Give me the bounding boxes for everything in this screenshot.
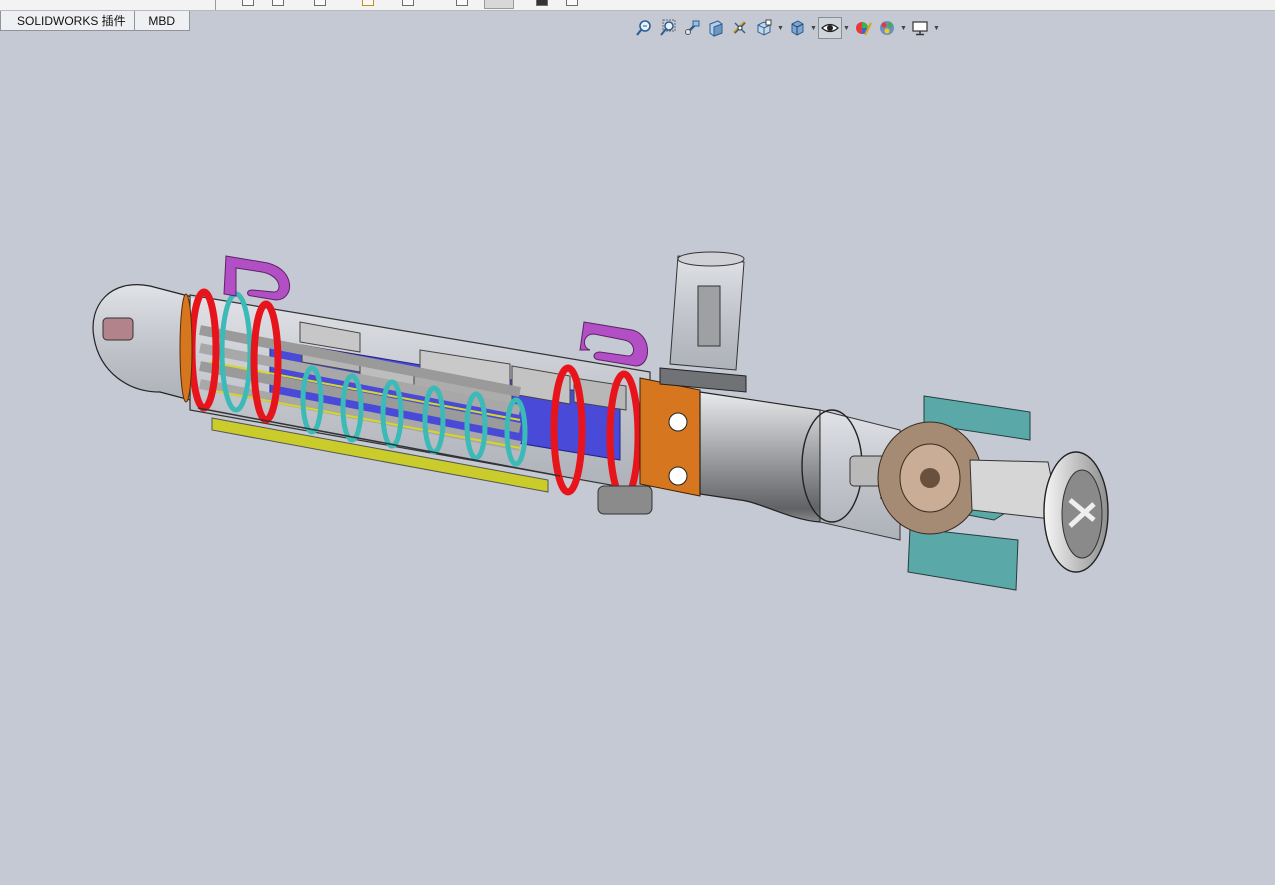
previous-view-button[interactable] <box>680 17 704 39</box>
menu-bar-strip <box>0 0 1275 11</box>
apply-scene-icon <box>880 21 894 35</box>
toolbar-active-button[interactable] <box>484 0 514 9</box>
section-view-icon <box>709 20 723 37</box>
display-style-button[interactable] <box>785 17 809 39</box>
edit-appearance-button[interactable] <box>851 17 875 39</box>
view-settings-button[interactable] <box>908 17 932 39</box>
toolbar-icon[interactable] <box>456 0 468 6</box>
tab-solidworks-addins[interactable]: SOLIDWORKS 插件 <box>0 11 135 31</box>
toolbar-icon[interactable] <box>536 0 548 6</box>
hide-show-items-icon <box>821 23 839 33</box>
dynamic-annotation-views-icon <box>732 20 747 35</box>
zoom-to-area-icon <box>660 19 676 36</box>
view-orientation-dropdown[interactable]: ▼ <box>776 17 785 39</box>
heads-up-view-toolbar: ▼ ▼ ▼ ▼ ▼ <box>632 17 941 39</box>
section-view-button[interactable] <box>704 17 728 39</box>
command-manager-tabs: SOLIDWORKS 插件 MBD <box>0 11 190 32</box>
toolbar-icon[interactable] <box>362 0 374 6</box>
view-settings-icon <box>912 21 928 36</box>
view-settings-dropdown[interactable]: ▼ <box>932 17 941 39</box>
dynamic-annotation-views-button[interactable] <box>728 17 752 39</box>
toolbar-icon[interactable] <box>272 0 284 6</box>
tab-mbd[interactable]: MBD <box>133 11 190 31</box>
hide-show-items-dropdown[interactable]: ▼ <box>842 17 851 39</box>
apply-scene-button[interactable] <box>875 17 899 39</box>
display-style-icon <box>791 20 804 36</box>
toolbar-icon[interactable] <box>242 0 254 6</box>
previous-view-icon <box>685 20 700 35</box>
view-orientation-icon <box>757 19 772 36</box>
display-style-dropdown[interactable]: ▼ <box>809 17 818 39</box>
toolbar-separator <box>215 0 216 10</box>
toolbar-icon[interactable] <box>566 0 578 6</box>
edit-appearance-icon <box>856 22 872 36</box>
toolbar-icon[interactable] <box>314 0 326 6</box>
auv-assembly-model[interactable] <box>92 251 1109 591</box>
hide-show-items-button[interactable] <box>818 17 842 39</box>
view-orientation-button[interactable] <box>752 17 776 39</box>
graphics-area-viewport[interactable] <box>0 40 1275 885</box>
toolbar-icon[interactable] <box>402 0 414 6</box>
zoom-to-fit-button[interactable] <box>632 17 656 39</box>
zoom-to-area-button[interactable] <box>656 17 680 39</box>
apply-scene-dropdown[interactable]: ▼ <box>899 17 908 39</box>
zoom-to-fit-icon <box>636 20 651 36</box>
